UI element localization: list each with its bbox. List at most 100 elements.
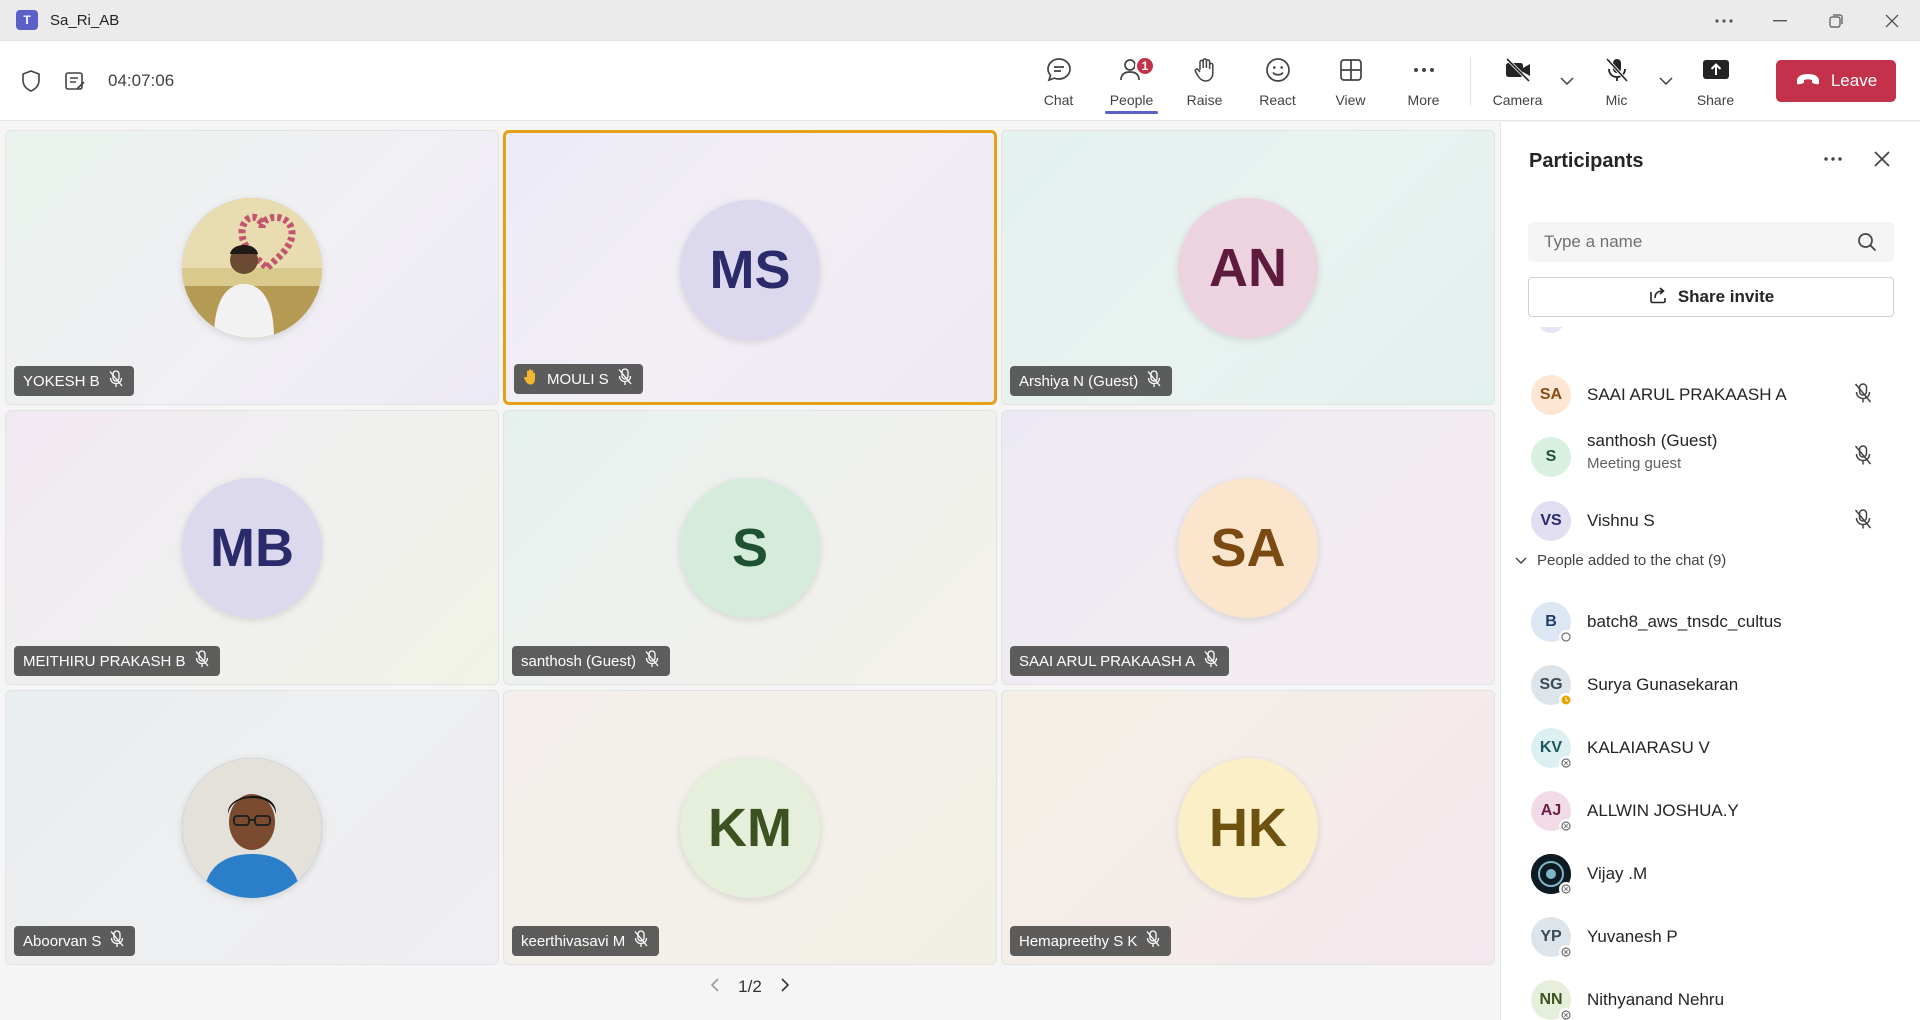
- participant-list-avatar: AJ: [1531, 791, 1573, 833]
- offline-status-icon: [1559, 630, 1573, 644]
- video-tile[interactable]: SA SAAI ARUL PRAKAASH A: [1001, 410, 1495, 685]
- participant-row[interactable]: SA SAAI ARUL PRAKAASH A: [1501, 367, 1920, 423]
- camera-options-chevron-icon[interactable]: [1554, 44, 1580, 118]
- shield-icon[interactable]: [18, 68, 44, 94]
- view-label: View: [1335, 92, 1366, 108]
- participant-avatar: MS: [680, 200, 820, 340]
- avatar-initials: NN: [1539, 991, 1563, 1008]
- participant-avatar: HK: [1178, 758, 1318, 898]
- participant-photo: [182, 198, 322, 338]
- participant-name: santhosh (Guest): [521, 652, 637, 670]
- smiley-icon: [1262, 54, 1294, 86]
- participant-avatar: SA: [1178, 478, 1318, 618]
- mic-muted-icon[interactable]: [1853, 382, 1873, 409]
- participant-name: keerthivasavi M: [521, 932, 626, 950]
- mic-options-chevron-icon[interactable]: [1653, 44, 1679, 118]
- participant-name: MOULI S: [547, 370, 609, 388]
- share-invite-label: Share invite: [1677, 287, 1775, 306]
- video-tile[interactable]: KM keerthivasavi M: [503, 690, 997, 965]
- panel-close-icon[interactable]: [1873, 148, 1891, 175]
- participant-row[interactable]: SG Surya Gunasekaran: [1501, 657, 1920, 713]
- mic-label: Mic: [1605, 92, 1628, 108]
- video-tile[interactable]: YOKESH B: [5, 130, 499, 405]
- participant-row[interactable]: VS Vishnu S: [1501, 493, 1920, 549]
- react-button[interactable]: React: [1241, 44, 1314, 118]
- more-dots-icon: [1408, 54, 1440, 86]
- participant-list-avatar: VS: [1531, 501, 1571, 541]
- mic-muted-icon: [617, 368, 633, 390]
- participant-list-name: Yuvanesh P: [1587, 927, 1678, 946]
- next-page-icon[interactable]: [780, 977, 790, 998]
- mic-muted-icon: [1146, 370, 1162, 392]
- share-screen-icon: [1700, 54, 1732, 86]
- participant-list-name: SAAI ARUL PRAKAASH A: [1587, 385, 1787, 404]
- participant-row[interactable]: B batch8_aws_tnsdc_cultus: [1501, 594, 1920, 650]
- video-tile[interactable]: AN Arshiya N (Guest): [1001, 130, 1495, 405]
- close-icon[interactable]: [1864, 0, 1920, 41]
- participant-avatar: AN: [1178, 198, 1318, 338]
- participant-row[interactable]: Vijay .M: [1501, 846, 1920, 902]
- camera-button[interactable]: Camera: [1481, 44, 1554, 118]
- people-button[interactable]: 1 People: [1095, 44, 1168, 118]
- participant-name: Aboorvan S: [23, 932, 102, 950]
- chevron-down-icon: [1515, 552, 1527, 569]
- participant-nametag: MEITHIRU PRAKASH B: [14, 646, 220, 676]
- share-button[interactable]: Share: [1679, 44, 1752, 118]
- participant-name: MEITHIRU PRAKASH B: [23, 652, 186, 670]
- video-tile-active-speaker[interactable]: MS MOULI S: [503, 130, 997, 405]
- video-tile[interactable]: MB MEITHIRU PRAKASH B: [5, 410, 499, 685]
- participant-search-input[interactable]: [1528, 222, 1894, 262]
- participant-row[interactable]: AJ ALLWIN JOSHUA.Y: [1501, 783, 1920, 839]
- camera-label: Camera: [1492, 92, 1543, 108]
- panel-more-options-icon[interactable]: [1823, 148, 1843, 175]
- people-label: People: [1109, 92, 1154, 108]
- share-label: Share: [1696, 92, 1735, 108]
- meeting-timer: 04:07:06: [108, 71, 175, 90]
- search-icon[interactable]: [1857, 232, 1877, 257]
- chat-members-section-toggle[interactable]: People added to the chat (9): [1515, 552, 1726, 569]
- mic-muted-icon[interactable]: [1853, 444, 1873, 471]
- leave-button[interactable]: Leave: [1776, 60, 1896, 102]
- meeting-notes-icon[interactable]: [62, 68, 88, 94]
- share-invite-button[interactable]: Share invite: [1528, 277, 1894, 317]
- mic-button[interactable]: Mic: [1580, 44, 1653, 118]
- participant-name: Hemapreethy S K: [1019, 932, 1138, 950]
- section-label: People added to the chat (9): [1537, 552, 1727, 569]
- raise-hand-icon: [1189, 54, 1221, 86]
- restore-icon[interactable]: [1808, 0, 1864, 41]
- chat-button[interactable]: Chat: [1022, 44, 1095, 118]
- raised-hand-icon: [523, 368, 539, 390]
- video-tile[interactable]: Aboorvan S: [5, 690, 499, 965]
- raise-hand-button[interactable]: Raise: [1168, 44, 1241, 118]
- avatar-initials: KV: [1539, 739, 1563, 756]
- participant-list-name: ALLWIN JOSHUA.Y: [1587, 801, 1739, 820]
- participant-nametag: YOKESH B: [14, 366, 134, 396]
- more-button[interactable]: More: [1387, 44, 1460, 118]
- participant-list-avatar: SG: [1531, 665, 1573, 707]
- more-options-icon[interactable]: [1696, 0, 1752, 41]
- mic-muted-icon[interactable]: [1853, 508, 1873, 535]
- participant-row[interactable]: S santhosh (Guest) Meeting guest: [1501, 429, 1920, 485]
- view-button[interactable]: View: [1314, 44, 1387, 118]
- participant-list-name: batch8_aws_tnsdc_cultus: [1587, 612, 1782, 631]
- video-stage: YOKESH B MS MOULI S AN Arshiya N (Guest): [0, 122, 1500, 1020]
- participant-nametag: Aboorvan S: [14, 926, 136, 956]
- participant-list-avatar: S: [1531, 437, 1571, 477]
- participant-nametag: keerthivasavi M: [512, 926, 660, 956]
- chat-icon: [1043, 54, 1075, 86]
- minimize-icon[interactable]: [1752, 0, 1808, 41]
- video-tile[interactable]: S santhosh (Guest): [503, 410, 997, 685]
- mic-muted-icon: [1203, 650, 1219, 672]
- participant-row[interactable]: KV KALAIARASU V: [1501, 720, 1920, 776]
- participant-list-avatar: YP: [1531, 917, 1573, 959]
- page-indicator: 1/2: [738, 977, 762, 996]
- previous-page-icon[interactable]: [710, 977, 720, 998]
- gallery-pager: 1/2: [700, 972, 800, 1002]
- window-title: Sa_Ri_AB: [50, 11, 120, 29]
- phone-hangup-icon: [1795, 71, 1821, 91]
- video-tile[interactable]: HK Hemapreethy S K: [1001, 690, 1495, 965]
- participant-list-name: Surya Gunasekaran: [1587, 675, 1739, 694]
- participant-row[interactable]: NN Nithyanand Nehru: [1501, 972, 1920, 1020]
- participant-photo: [182, 758, 322, 898]
- participant-row[interactable]: YP Yuvanesh P: [1501, 909, 1920, 965]
